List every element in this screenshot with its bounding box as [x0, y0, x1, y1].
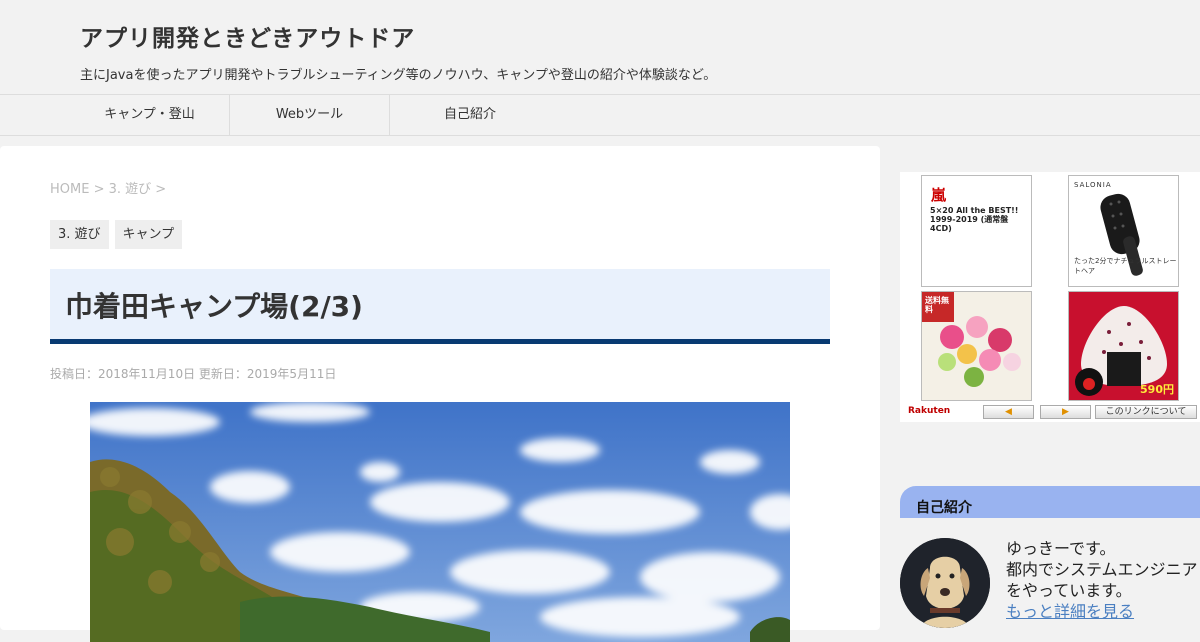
ad-free-shipping-label: 送料無料: [925, 296, 949, 314]
breadcrumb: HOME > 3. 遊び >: [50, 178, 166, 197]
breadcrumb-separator: >: [151, 182, 167, 197]
category-tag-play[interactable]: 3. 遊び: [50, 220, 109, 249]
nav-item-about[interactable]: 自己紹介: [390, 95, 550, 135]
breadcrumb-home[interactable]: HOME: [50, 182, 89, 197]
ad-product-onigiri[interactable]: 590円: [1068, 291, 1179, 401]
avatar: [900, 538, 990, 628]
nav-item-camp-climb[interactable]: キャンプ・登山: [70, 95, 230, 135]
entry-title-box: 巾着田キャンプ場(2/3): [50, 269, 830, 344]
ad-arashi-text: 5×20 All the BEST!! 1999-2019 (通常盤 4CD): [930, 206, 1019, 233]
category-tags: 3. 遊び キャンプ: [50, 220, 183, 249]
global-nav: キャンプ・登山 Webツール 自己紹介: [0, 94, 1200, 136]
ad-product-arashi[interactable]: 嵐 5×20 All the BEST!! 1999-2019 (通常盤 4CD…: [921, 175, 1032, 287]
profile-text: ゆっきーです。 都内でシステムエンジニア をやっています。 もっと詳細を見る: [1006, 538, 1200, 622]
rakuten-ad-widget: 嵐 5×20 All the BEST!! 1999-2019 (通常盤 4CD…: [900, 172, 1200, 422]
hero-photo-sky-trees: [90, 402, 790, 642]
breadcrumb-separator: >: [89, 182, 109, 197]
category-tag-camp[interactable]: キャンプ: [114, 220, 183, 249]
profile-line-2: 都内でシステムエンジニア: [1006, 560, 1198, 579]
ad-next-button[interactable]: ▶: [1040, 405, 1091, 419]
site-header: アプリ開発ときどきアウトドア 主にJavaを使ったアプリ開発やトラブルシューティ…: [0, 0, 1200, 94]
ad-salonia-text: たった2分でナチュラルストレートヘア: [1074, 257, 1177, 275]
entry-title: 巾着田キャンプ場(2/3): [65, 290, 363, 323]
profile-more-link[interactable]: もっと詳細を見る: [1006, 601, 1200, 622]
ad-prev-button[interactable]: ◀: [983, 405, 1034, 419]
ad-product-salonia[interactable]: SALONIA たった2分でナチュラルストレートヘア: [1068, 175, 1179, 287]
profile-widget-heading: 自己紹介: [900, 486, 1200, 518]
breadcrumb-category[interactable]: 3. 遊び: [109, 182, 152, 197]
site-description: 主にJavaを使ったアプリ開発やトラブルシューティング等のノウハウ、キャンプや登…: [80, 68, 717, 83]
post-dates: 投稿日：2018年11月10日 更新日：2019年5月11日: [50, 367, 337, 381]
profile-line-3: をやっています。: [1006, 581, 1132, 600]
nav-item-web-tools[interactable]: Webツール: [230, 95, 390, 135]
rakuten-logo[interactable]: Rakuten: [908, 406, 950, 416]
profile-line-1: ゆっきーです。: [1006, 539, 1116, 558]
dog-avatar-icon: [900, 538, 990, 628]
ad-price-label: 590円: [1140, 383, 1174, 396]
ad-arashi-kanji: 嵐: [931, 186, 947, 204]
hero-photo: [90, 402, 790, 642]
article-card: HOME > 3. 遊び > 3. 遊び キャンプ 巾着田キャンプ場(2/3) …: [0, 146, 880, 642]
ad-product-flowers[interactable]: 送料無料: [921, 291, 1032, 401]
ad-about-link-button[interactable]: このリンクについて: [1095, 405, 1197, 419]
site-title[interactable]: アプリ開発ときどきアウトドア: [80, 19, 415, 53]
profile-heading-text: 自己紹介: [916, 500, 972, 516]
